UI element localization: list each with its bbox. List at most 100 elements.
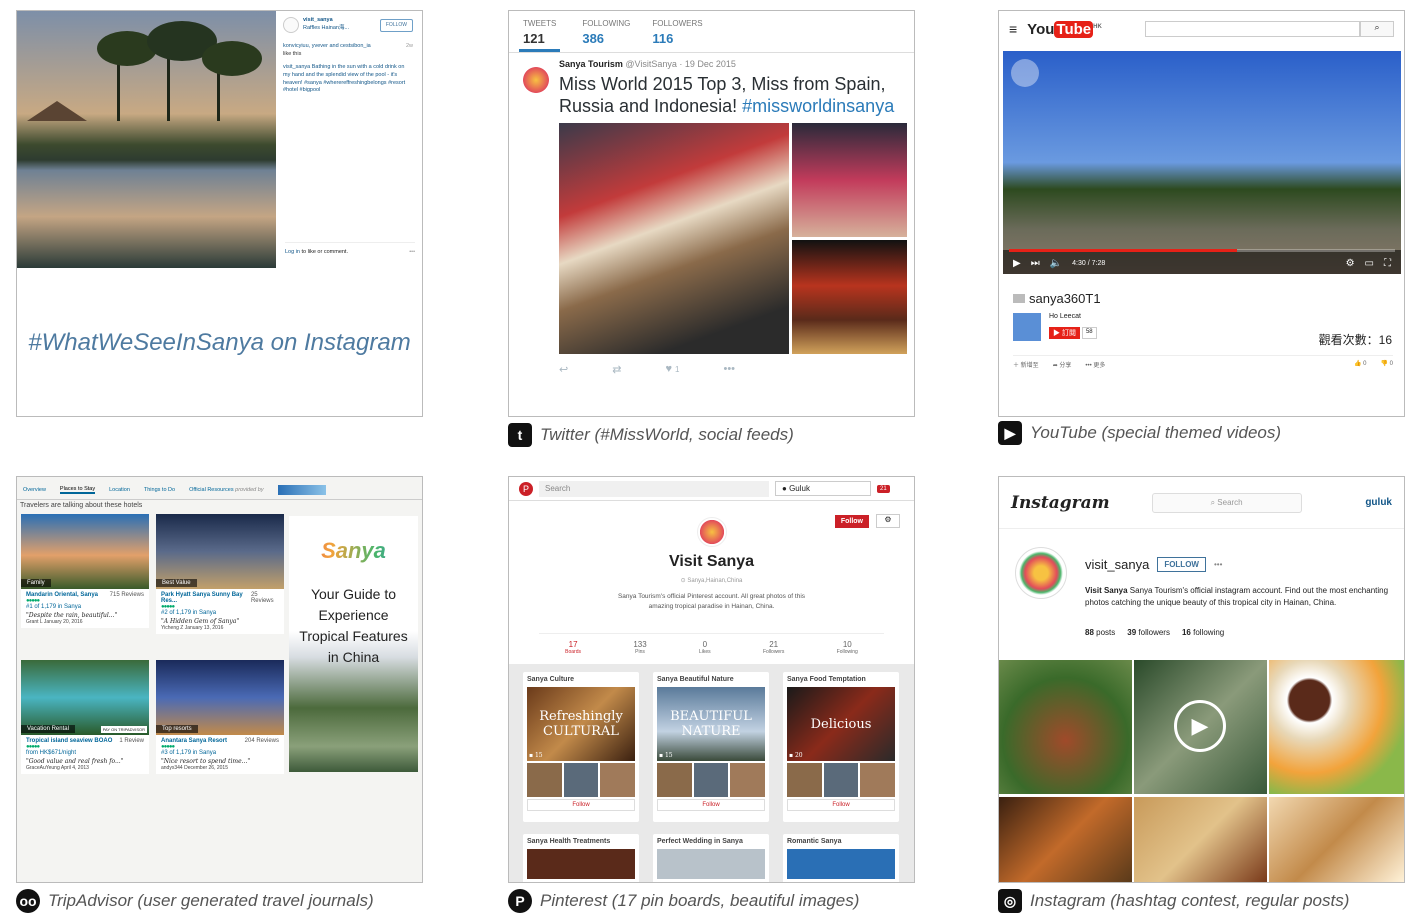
board-name[interactable]: Sanya Beautiful Nature	[653, 672, 769, 687]
tweet-avatar[interactable]	[521, 65, 551, 95]
stat-item[interactable]: 21 Followers	[763, 640, 784, 655]
stat-followers[interactable]: FOLLOWERS 116	[652, 19, 702, 52]
follow-button[interactable]: FOLLOW	[379, 18, 413, 32]
hotel-photo[interactable]: Best Value	[156, 514, 284, 589]
more-options-icon[interactable]: •••	[1214, 560, 1222, 569]
channel-name[interactable]: Ho Leecat	[1049, 313, 1081, 320]
tweet-photo-grid[interactable]	[559, 123, 907, 354]
miss-world-photo-main[interactable]	[559, 123, 789, 354]
board-thumb[interactable]	[527, 763, 562, 797]
like-icon[interactable]: ♥ 1	[665, 363, 679, 376]
hotel-card[interactable]: Family Mandarin Oriental, Sanya 715 Review…	[21, 514, 149, 628]
tab-official-resources[interactable]: Official Resources provided by	[189, 487, 264, 493]
board-thumb[interactable]	[787, 763, 822, 797]
pin-board[interactable]: Sanya Health Treatments	[523, 834, 639, 882]
stat-item[interactable]: 0 Likes	[699, 640, 711, 655]
miss-world-photo-2[interactable]	[792, 123, 907, 237]
stat-item[interactable]: 17 Boards	[565, 640, 581, 655]
avatar[interactable]	[283, 17, 299, 33]
board-cover[interactable]: Refreshingly CULTURAL ▪ 15	[527, 687, 635, 761]
board-cover[interactable]: BEAUTIFUL NATURE ▪ 15	[657, 687, 765, 761]
post-username[interactable]: visit_sanya	[303, 17, 376, 25]
pinterest-logo-icon[interactable]: P	[519, 481, 533, 496]
hotel-card[interactable]: Vacation Rental PAY ON TRIPADVISOR Tropica…	[21, 660, 149, 774]
hotel-name[interactable]: Park Hyatt Sanya Sunny Bay Res...	[161, 592, 251, 604]
menu-icon[interactable]: ≡	[1009, 21, 1017, 37]
follow-button[interactable]: FOLLOW	[1157, 557, 1206, 572]
video-player[interactable]: ▶ ⏭ 🔈 4:30 / 7:28 ⚙ ▭ ⛶	[1003, 51, 1401, 274]
hotel-reviews[interactable]: 204 Reviews	[245, 738, 279, 744]
board-thumb[interactable]	[657, 763, 692, 797]
board-name[interactable]: Sanya Health Treatments	[523, 834, 639, 849]
hotel-reviews[interactable]: 715 Reviews	[110, 592, 144, 598]
instagram-logo[interactable]: Instagram	[1011, 493, 1110, 513]
pin-board[interactable]: Sanya Food Temptation Delicious ▪ 20 Follow	[783, 672, 899, 822]
retweet-icon[interactable]: ⇄	[612, 363, 621, 376]
settings-icon[interactable]: ⚙	[876, 514, 900, 528]
pin-board[interactable]: Perfect Wedding in Sanya	[653, 834, 769, 882]
board-cover[interactable]	[787, 849, 895, 879]
tweet-hashtag[interactable]: #missworldinsanya	[742, 96, 894, 116]
pin-board[interactable]: Romantic Sanya	[783, 834, 899, 882]
search-input[interactable]: Search	[539, 480, 769, 497]
more-options-icon[interactable]: •••	[409, 249, 415, 255]
board-cover[interactable]: Delicious ▪ 20	[787, 687, 895, 761]
theater-icon[interactable]: ▭	[1365, 258, 1374, 269]
stat-item[interactable]: 133 Pins	[633, 640, 646, 655]
tab-location[interactable]: Location	[109, 487, 130, 493]
board-thumb[interactable]	[860, 763, 896, 797]
hotel-card[interactable]: Best Value Park Hyatt Sanya Sunny Bay Res…	[156, 514, 284, 634]
search-input[interactable]: ⌕ Search	[1151, 492, 1302, 513]
board-name[interactable]: Sanya Culture	[523, 672, 639, 687]
bread-photo[interactable]	[1269, 797, 1404, 882]
user-button[interactable]: ● Guluk	[775, 481, 871, 496]
login-link[interactable]: Log in	[285, 249, 300, 255]
search-input[interactable]	[1145, 21, 1360, 37]
board-cover[interactable]	[657, 849, 765, 879]
hotel-reviews[interactable]: 25 Reviews	[251, 592, 279, 604]
caption-username[interactable]: visit_sanya	[283, 64, 310, 70]
tab-things-to-do[interactable]: Things to Do	[144, 487, 175, 493]
hotel-photo[interactable]: Family	[21, 514, 149, 589]
notification-badge[interactable]: 21	[877, 484, 890, 493]
tropical-fruit-photo[interactable]	[1269, 660, 1404, 794]
board-thumb[interactable]	[730, 763, 766, 797]
seafood-photo[interactable]	[1134, 797, 1267, 882]
carving-photo[interactable]	[999, 797, 1132, 882]
next-icon[interactable]: ⏭	[1031, 258, 1040, 269]
board-thumb[interactable]	[600, 763, 636, 797]
board-thumb[interactable]	[693, 763, 729, 797]
dislike-button[interactable]: 👎 0	[1381, 360, 1393, 369]
current-user-link[interactable]: guluk	[1365, 497, 1392, 508]
board-name[interactable]: Romantic Sanya	[783, 834, 899, 849]
stat-item[interactable]: 10 Following	[837, 640, 858, 655]
hotel-quote[interactable]: "Despite the rain, beautiful..."	[26, 612, 144, 619]
board-thumb[interactable]	[563, 763, 599, 797]
share-button[interactable]: ➦ 分享	[1053, 360, 1072, 369]
board-cover[interactable]	[527, 849, 635, 879]
stat-following[interactable]: FOLLOWING 386	[582, 19, 630, 52]
hotel-photo[interactable]: Top resorts	[156, 660, 284, 735]
stat-tweets[interactable]: TWEETS 121	[519, 19, 561, 52]
post-location[interactable]: Raffles Hainan海...	[303, 25, 376, 33]
follow-button[interactable]: Follow	[834, 515, 869, 528]
miss-world-photo-3[interactable]	[792, 240, 907, 354]
board-thumb[interactable]	[823, 763, 859, 797]
subscribe-button[interactable]: ▶ 訂閱	[1049, 327, 1080, 339]
hotel-quote[interactable]: "A Hidden Gem of Sanya"	[161, 618, 279, 625]
board-follow-button[interactable]: Follow	[787, 799, 895, 811]
settings-icon[interactable]: ⚙	[1346, 258, 1355, 269]
progress-bar[interactable]	[1009, 249, 1395, 252]
hotel-quote[interactable]: "Good value and real fresh fo..."	[26, 758, 144, 765]
coconut-mask-photo[interactable]	[999, 660, 1132, 794]
volume-icon[interactable]: 🔈	[1050, 258, 1062, 269]
tab-places-to-stay[interactable]: Places to Stay	[59, 486, 96, 494]
tab-overview[interactable]: Overview	[23, 487, 46, 493]
add-to-button[interactable]: ＋ 新增至	[1013, 360, 1039, 369]
search-button[interactable]: ⌕	[1360, 21, 1394, 37]
fullscreen-icon[interactable]: ⛶	[1384, 258, 1391, 269]
hotel-photo[interactable]: Vacation Rental PAY ON TRIPADVISOR	[21, 660, 149, 735]
hotel-card[interactable]: Top resorts Anantara Sanya Resort 204 Revi…	[156, 660, 284, 774]
board-name[interactable]: Perfect Wedding in Sanya	[653, 834, 769, 849]
video-post[interactable]: ▶	[1134, 660, 1267, 794]
